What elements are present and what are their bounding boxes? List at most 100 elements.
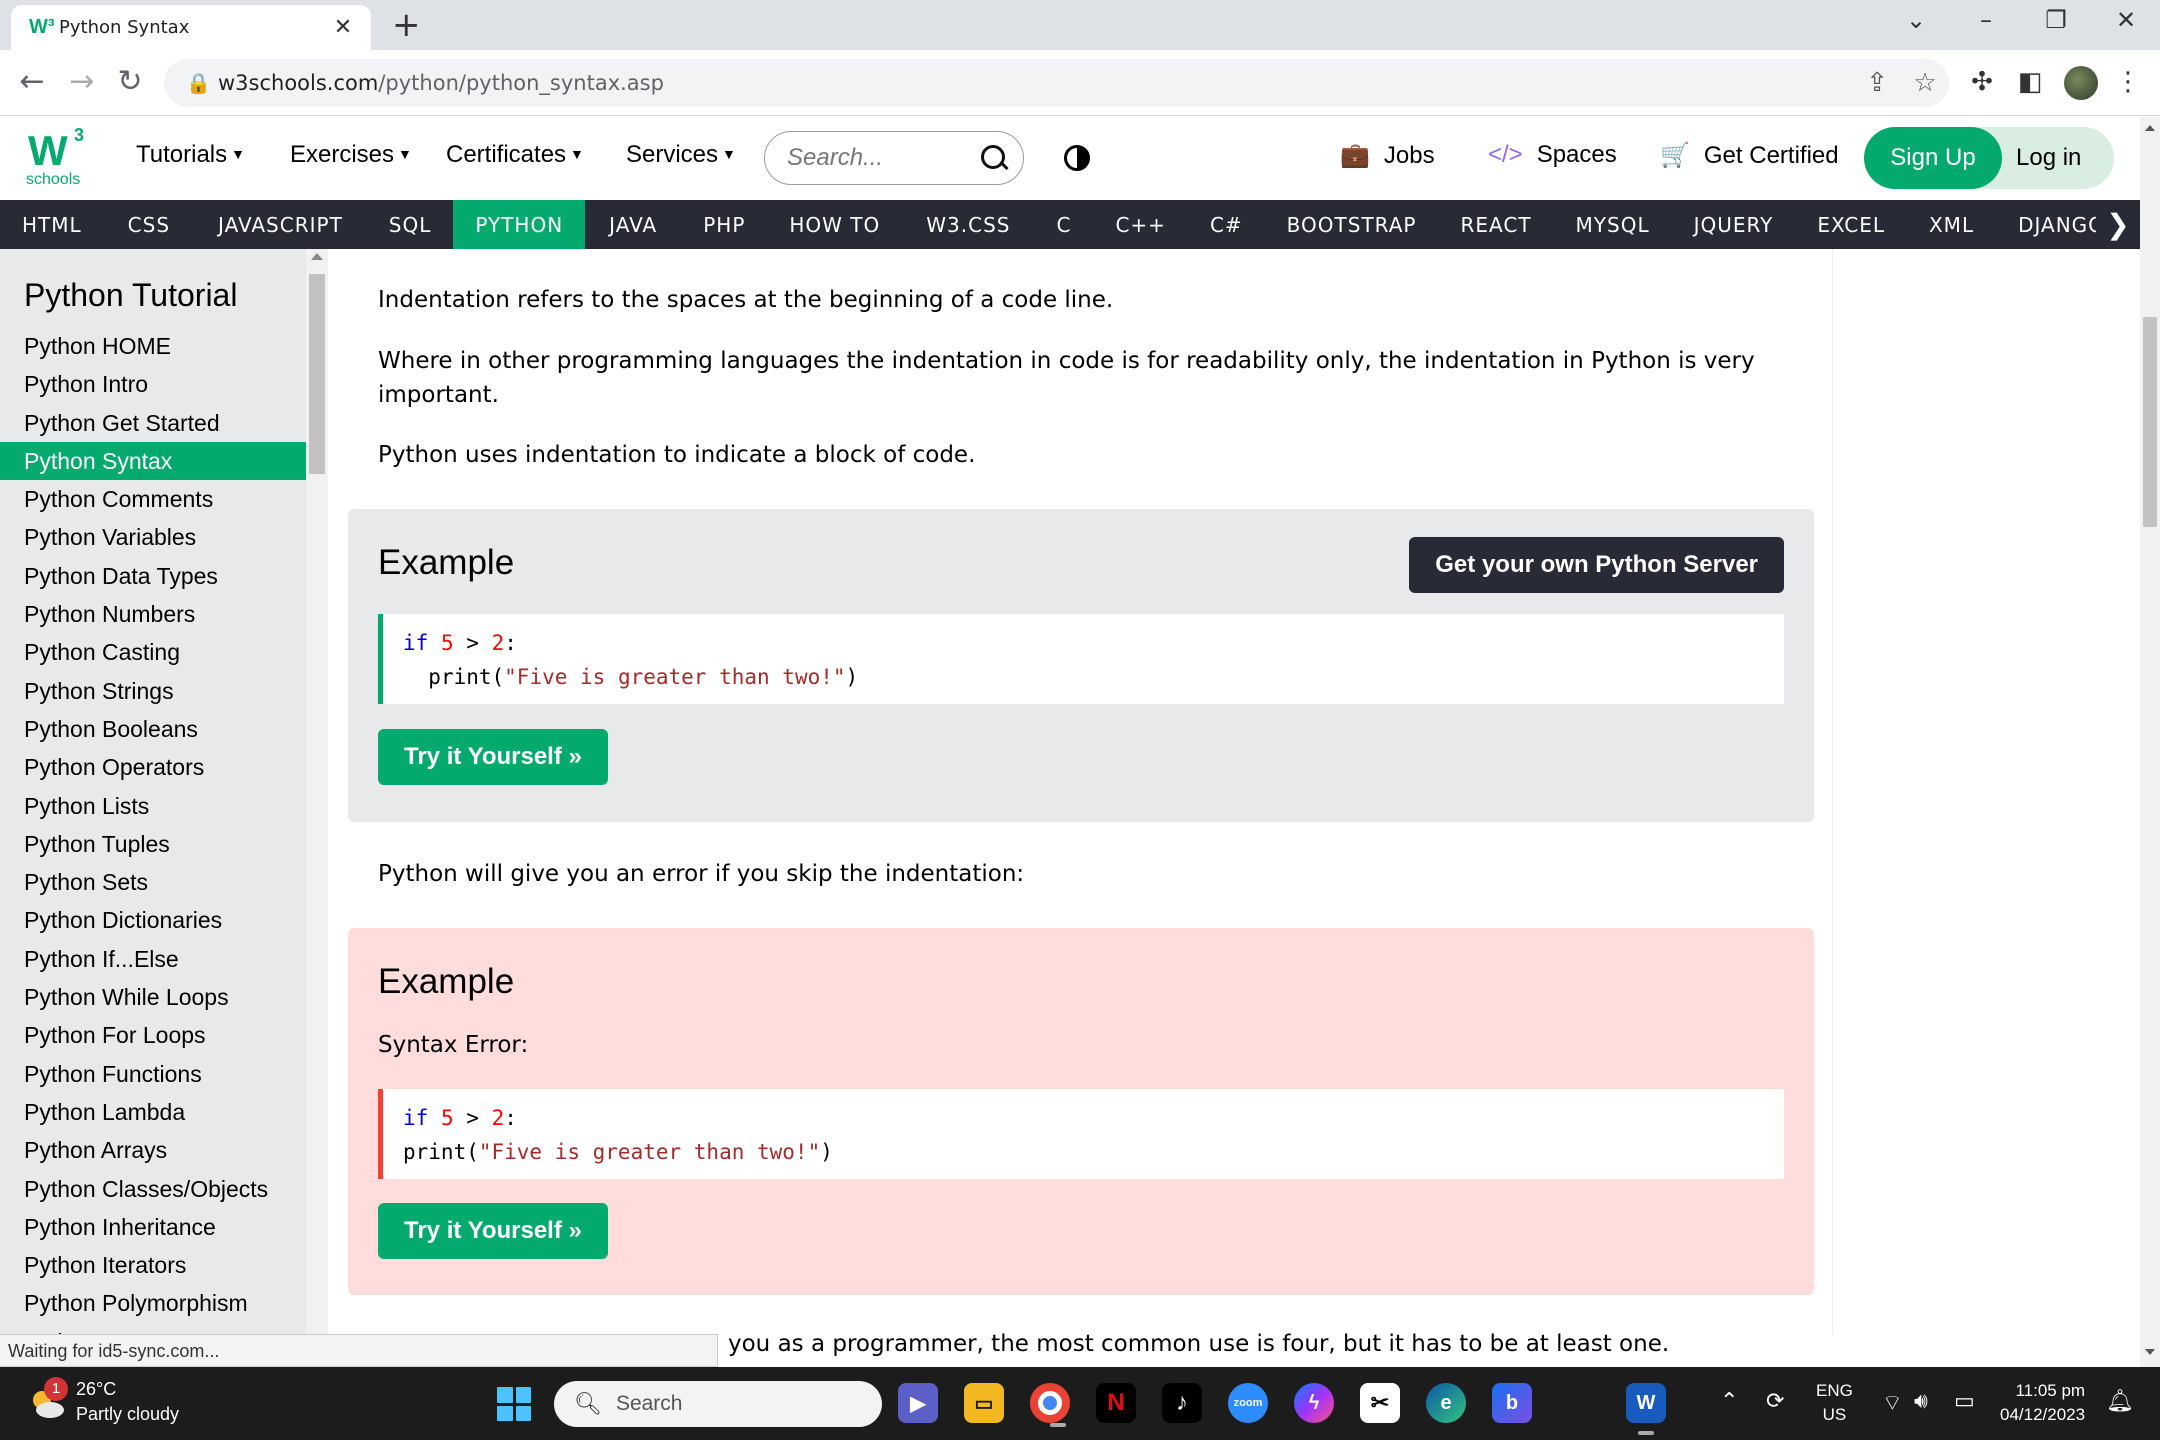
side-panel-icon[interactable]: ◧ bbox=[2010, 62, 2050, 102]
chevron-right-icon[interactable]: ❯ bbox=[2096, 200, 2140, 249]
back-arrow-icon[interactable]: ← bbox=[12, 62, 52, 102]
notification-bell-icon[interactable]: 🔔︎ bbox=[2106, 1389, 2134, 1414]
scroll-down-arrow-icon[interactable] bbox=[2145, 1349, 2155, 1355]
subject-c[interactable]: C bbox=[1034, 200, 1093, 249]
scroll-up-arrow-icon[interactable] bbox=[2145, 125, 2155, 131]
weather-condition[interactable]: Partly cloudy bbox=[76, 1404, 179, 1425]
taskbar-search[interactable]: 🔍︎ Search bbox=[554, 1381, 882, 1427]
close-window-icon[interactable]: ✕ bbox=[2106, 6, 2146, 34]
show-hidden-icons-chevron-icon[interactable]: ⌃ bbox=[1720, 1389, 1738, 1414]
url-text[interactable]: w3schools.com/python/python_syntax.asp bbox=[218, 71, 1853, 95]
restore-icon[interactable]: ❐ bbox=[2036, 6, 2076, 34]
input-language[interactable]: ENG US bbox=[1816, 1379, 1853, 1427]
bookmark-star-icon[interactable]: ☆ bbox=[1901, 68, 1949, 98]
address-bar[interactable]: 🔒 w3schools.com/python/python_syntax.asp… bbox=[164, 59, 1949, 107]
extensions-puzzle-icon[interactable]: ✣ bbox=[1962, 62, 2002, 102]
messenger-icon[interactable]: ϟ bbox=[1294, 1383, 1334, 1423]
subject-python[interactable]: PYTHON bbox=[453, 200, 586, 249]
share-icon[interactable]: ⇪ bbox=[1853, 68, 1901, 98]
sidebar-item-python-functions[interactable]: Python Functions bbox=[0, 1055, 306, 1093]
sidebar-scrollbar[interactable] bbox=[306, 249, 328, 1334]
subject-cpp[interactable]: C++ bbox=[1093, 200, 1187, 249]
wifi-icon[interactable]: ⌔ bbox=[1882, 1389, 1903, 1417]
try-it-yourself-button[interactable]: Try it Yourself » bbox=[378, 1203, 608, 1259]
chrome-menu-icon[interactable]: ⋮ bbox=[2108, 62, 2148, 102]
volume-icon[interactable]: 🔊︎ bbox=[1914, 1389, 1928, 1414]
subject-howto[interactable]: HOW TO bbox=[767, 200, 902, 249]
subject-xml[interactable]: XML bbox=[1907, 200, 1996, 249]
subject-php[interactable]: PHP bbox=[681, 200, 767, 249]
w3schools-logo[interactable]: W 3 schools bbox=[26, 125, 96, 193]
menu-services[interactable]: Services ▼ bbox=[626, 141, 736, 169]
netflix-icon[interactable]: N bbox=[1096, 1383, 1136, 1423]
sidebar-item-python-comments[interactable]: Python Comments bbox=[0, 480, 306, 518]
sidebar-item-python-iterators[interactable]: Python Iterators bbox=[0, 1246, 306, 1284]
chrome-icon[interactable] bbox=[1030, 1383, 1070, 1427]
sidebar-item-python-get-started[interactable]: Python Get Started bbox=[0, 404, 306, 442]
sidebar-item-python-arrays[interactable]: Python Arrays bbox=[0, 1131, 306, 1169]
sidebar-item-python-if-else[interactable]: Python If...Else bbox=[0, 940, 306, 978]
bing-icon[interactable]: b bbox=[1492, 1383, 1532, 1423]
page-scrollbar[interactable] bbox=[2140, 117, 2160, 1367]
sidebar-item-python-lists[interactable]: Python Lists bbox=[0, 787, 306, 825]
reload-icon[interactable]: ↻ bbox=[110, 62, 150, 102]
subject-java[interactable]: JAVA bbox=[585, 200, 681, 249]
subject-bootstrap[interactable]: BOOTSTRAP bbox=[1265, 200, 1439, 249]
new-tab-icon[interactable]: + bbox=[392, 8, 421, 42]
sidebar-item-python-inheritance[interactable]: Python Inheritance bbox=[0, 1208, 306, 1246]
profile-avatar[interactable] bbox=[2064, 66, 2098, 100]
menu-tutorials[interactable]: Tutorials ▼ bbox=[136, 141, 245, 169]
sidebar-item-python-booleans[interactable]: Python Booleans bbox=[0, 710, 306, 748]
subject-react[interactable]: REACT bbox=[1438, 200, 1553, 249]
word-icon[interactable]: W bbox=[1626, 1383, 1666, 1435]
sidebar-item-python-polymorphism[interactable]: Python Polymorphism bbox=[0, 1284, 306, 1322]
try-it-yourself-button[interactable]: Try it Yourself » bbox=[378, 729, 608, 785]
sidebar-item-python-casting[interactable]: Python Casting bbox=[0, 633, 306, 671]
subject-sql[interactable]: SQL bbox=[367, 200, 454, 249]
subject-w3css[interactable]: W3.CSS bbox=[902, 200, 1034, 249]
sidebar-item-python-classes-objects[interactable]: Python Classes/Objects bbox=[0, 1170, 306, 1208]
minimize-icon[interactable]: – bbox=[1966, 6, 2006, 34]
battery-icon[interactable]: ▭ bbox=[1954, 1389, 1975, 1414]
forward-arrow-icon[interactable]: → bbox=[62, 62, 102, 102]
sidebar-item-python-operators[interactable]: Python Operators bbox=[0, 748, 306, 786]
subject-jquery[interactable]: JQUERY bbox=[1672, 200, 1796, 249]
subject-csharp[interactable]: C# bbox=[1188, 200, 1265, 249]
get-certified-link[interactable]: 🛒 Get Certified bbox=[1660, 141, 1839, 170]
subject-css[interactable]: CSS bbox=[104, 200, 194, 249]
search-icon[interactable] bbox=[979, 143, 1009, 173]
tiktok-icon[interactable]: ♪ bbox=[1162, 1383, 1202, 1423]
get-python-server-button[interactable]: Get your own Python Server bbox=[1409, 537, 1784, 593]
tab-search-chevron-icon[interactable]: ⌄ bbox=[1896, 6, 1936, 34]
weather-temperature[interactable]: 26°C bbox=[76, 1379, 116, 1400]
sidebar-item-python-sets[interactable]: Python Sets bbox=[0, 863, 306, 901]
sidebar-item-python-dictionaries[interactable]: Python Dictionaries bbox=[0, 901, 306, 939]
system-clock[interactable]: 11:05 pm 04/12/2023 bbox=[2000, 1379, 2085, 1427]
zoom-icon[interactable]: zoom bbox=[1228, 1383, 1268, 1423]
sidebar-item-python-while-loops[interactable]: Python While Loops bbox=[0, 978, 306, 1016]
sidebar-item-python-numbers[interactable]: Python Numbers bbox=[0, 595, 306, 633]
capcut-icon[interactable]: ✂ bbox=[1360, 1383, 1400, 1423]
file-explorer-icon[interactable]: ▭ bbox=[964, 1383, 1004, 1423]
jobs-link[interactable]: 💼 Jobs bbox=[1340, 141, 1435, 170]
search-input[interactable] bbox=[787, 144, 979, 172]
teams-icon[interactable]: ▶ bbox=[898, 1383, 938, 1423]
subject-mysql[interactable]: MYSQL bbox=[1554, 200, 1672, 249]
sidebar-scroll-thumb[interactable] bbox=[309, 274, 325, 474]
sidebar-item-python-strings[interactable]: Python Strings bbox=[0, 672, 306, 710]
menu-exercises[interactable]: Exercises ▼ bbox=[290, 141, 412, 169]
edge-icon[interactable]: e bbox=[1426, 1383, 1466, 1423]
windows-start-icon[interactable] bbox=[497, 1387, 531, 1421]
sidebar-item-python-home[interactable]: Python HOME bbox=[0, 327, 306, 365]
sidebar-item-python-tuples[interactable]: Python Tuples bbox=[0, 825, 306, 863]
log-in-button[interactable]: Log in bbox=[2016, 127, 2081, 189]
page-scroll-thumb[interactable] bbox=[2143, 317, 2157, 527]
sidebar-item-python-scope[interactable]: Python Scope bbox=[0, 1323, 306, 1334]
subject-excel[interactable]: EXCEL bbox=[1795, 200, 1907, 249]
subject-html[interactable]: HTML bbox=[0, 200, 104, 249]
sync-icon[interactable]: ⟳ bbox=[1766, 1389, 1784, 1414]
sidebar-item-python-syntax[interactable]: Python Syntax bbox=[0, 441, 306, 481]
sign-up-button[interactable]: Sign Up bbox=[1864, 127, 2002, 189]
spaces-link[interactable]: </> Spaces bbox=[1488, 141, 1617, 169]
sidebar-item-python-for-loops[interactable]: Python For Loops bbox=[0, 1016, 306, 1054]
